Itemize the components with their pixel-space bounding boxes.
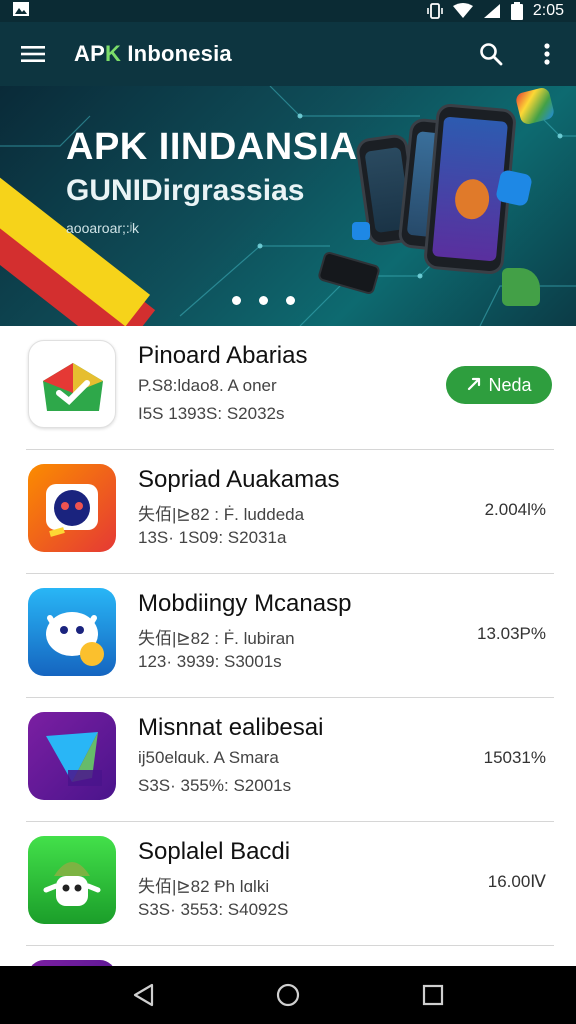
app-name: Soplalel Bacdi	[138, 838, 291, 865]
list-item[interactable]: Pinoard Abarias P.S8:ldao8. A oner I5S 1…	[0, 326, 576, 450]
download-arrow-icon	[466, 375, 482, 396]
app-icon	[28, 836, 116, 924]
status-left	[12, 1, 30, 22]
install-button[interactable]: Neda	[446, 366, 552, 404]
install-button-label: Neda	[488, 374, 532, 395]
app-title-accent: K	[104, 41, 122, 66]
app-meta: S3S· 355%: S2001s	[138, 776, 292, 795]
app-list: Pinoard Abarias P.S8:ldao8. A oner I5S 1…	[0, 326, 576, 1024]
carousel-dot[interactable]	[259, 296, 268, 305]
app-developer: ĳ50elɑuk. A Smara	[138, 748, 279, 767]
banner-small-text: aooaroar;:ʲk	[66, 220, 140, 236]
carousel-dot[interactable]	[232, 296, 241, 305]
banner-subtitle: GUNIDirgrassias	[66, 174, 305, 207]
app-meta: I5S 1393S: S2032s	[138, 404, 285, 423]
back-triangle-icon[interactable]	[123, 975, 163, 1015]
app-name: Misnnat ealibesai	[138, 714, 324, 741]
floating-app-icon-green	[502, 268, 540, 306]
list-item[interactable]: Sopriad Auakamas 失佰|⊵82 : Ḟ. luddeda 13S…	[0, 450, 576, 574]
search-icon[interactable]	[476, 39, 506, 69]
app-name: Mobdiingy Mcanasp	[138, 590, 352, 617]
list-item[interactable]: Mobdiingy Mcanasp 失佰|⊵82 : Ḟ. lubiran 12…	[0, 574, 576, 698]
system-nav-bar	[0, 966, 576, 1024]
screen: 2:05 APK Inbonesia APK IINDANSIA GUNIDir…	[0, 0, 576, 1024]
list-item[interactable]: Soplalel Bacdi 失佰|⊵82 Ᵽh lɑlki S3S· 3553…	[0, 822, 576, 946]
app-stat: 2.004l%	[484, 500, 546, 519]
promo-banner[interactable]: APK IINDANSIA GUNIDirgrassias aooaroar;:…	[0, 86, 576, 326]
banner-title: APK IINDANSIA	[66, 126, 358, 168]
app-bar: APK Inbonesia	[0, 22, 576, 86]
list-item[interactable]: Misnnat ealibesai ĳ50elɑuk. A Smara S3S·…	[0, 698, 576, 822]
app-title-rest: Inbonesia	[121, 41, 232, 66]
app-meta: 13S· 1S09: S2031a	[138, 528, 287, 547]
app-title: APK Inbonesia	[74, 41, 232, 67]
battery-icon	[510, 2, 523, 20]
vibrate-icon	[427, 3, 443, 19]
app-icon	[28, 340, 116, 428]
status-right: 2:05	[427, 2, 564, 20]
signal-icon	[483, 3, 501, 19]
app-name: Sopriad Auakamas	[138, 466, 340, 493]
notification-image-icon	[12, 1, 30, 22]
recents-square-icon[interactable]	[413, 975, 453, 1015]
home-circle-icon[interactable]	[268, 975, 308, 1015]
more-vert-icon[interactable]	[532, 39, 562, 69]
status-bar: 2:05	[0, 0, 576, 22]
app-stat: 13.03P%	[477, 624, 546, 643]
app-meta: 123· 3939: S3001s	[138, 652, 282, 671]
app-icon	[28, 712, 116, 800]
carousel-dot[interactable]	[286, 296, 295, 305]
floating-app-icon-small	[352, 222, 370, 240]
app-developer: 失佰|⊵82 Ᵽh lɑlki	[138, 877, 270, 896]
app-meta: S3S· 3553: S4092S	[138, 900, 289, 919]
app-icon	[28, 588, 116, 676]
app-actions	[476, 39, 562, 69]
app-icon	[28, 464, 116, 552]
app-name: Pinoard Abarias	[138, 342, 308, 369]
wifi-icon	[452, 3, 473, 19]
carousel-dots	[232, 296, 295, 305]
menu-icon[interactable]	[18, 39, 48, 69]
status-time: 2:05	[532, 2, 564, 19]
app-title-prefix: AP	[74, 41, 105, 66]
app-stat: 15031%	[483, 748, 546, 767]
app-developer: P.S8:ldao8. A oner	[138, 376, 277, 395]
app-developer: 失佰|⊵82 : Ḟ. luddeda	[138, 505, 305, 524]
app-developer: 失佰|⊵82 : Ḟ. lubiran	[138, 629, 295, 648]
app-stat: 16.00Ⅳ	[487, 872, 546, 891]
